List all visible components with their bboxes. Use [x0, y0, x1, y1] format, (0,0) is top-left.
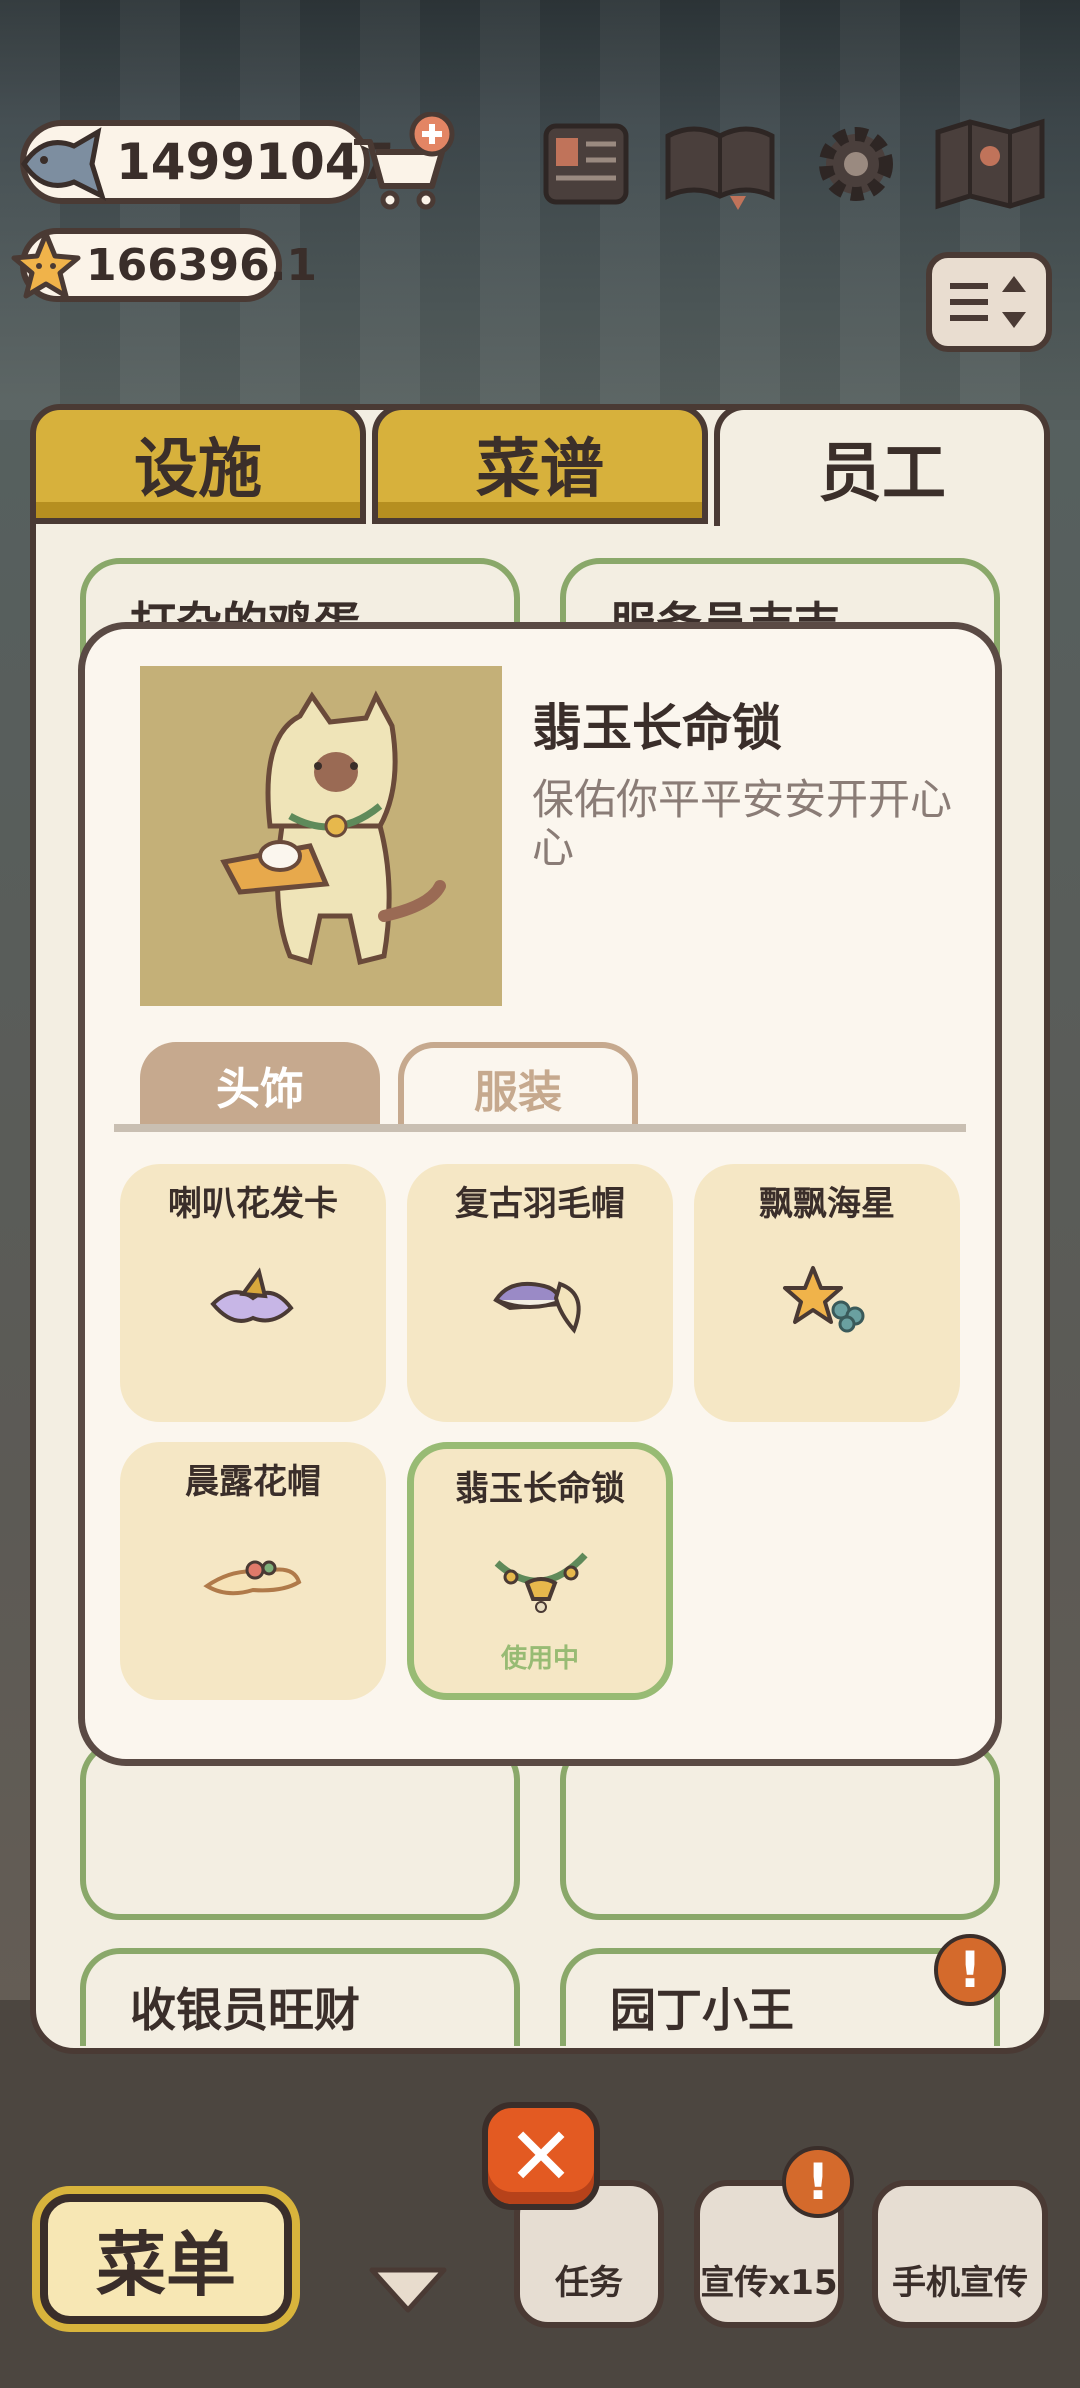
- chevron-down-icon[interactable]: [366, 2262, 450, 2318]
- employee-card-mid-right[interactable]: [560, 1740, 1000, 1920]
- starfish-icon: [783, 1266, 865, 1333]
- menu-label: 菜单: [96, 2223, 236, 2306]
- tab-headwear[interactable]: 头饰: [140, 1042, 380, 1128]
- tab-label: 设施: [134, 433, 262, 507]
- fish-icon: [20, 127, 107, 201]
- tab-label: 头饰: [216, 1064, 304, 1115]
- alert-badge[interactable]: !: [934, 1934, 1006, 2006]
- item-name: 复古羽毛帽: [455, 1184, 625, 1224]
- flower-clip-icon: [210, 1267, 294, 1323]
- shop-cart-icon[interactable]: [348, 112, 460, 212]
- map-icon[interactable]: [930, 116, 1050, 212]
- in-use-label: 使用中: [500, 1644, 579, 1674]
- item-card-selected[interactable]: 翡玉长命锁 使用中: [407, 1442, 673, 1700]
- employee-card-bottom-left[interactable]: 收银员旺财: [80, 1948, 520, 2046]
- tab-label: 菜谱: [476, 433, 604, 507]
- tab-facilities[interactable]: 设施: [30, 404, 366, 524]
- sort-icon: [950, 276, 1026, 328]
- gear-icon[interactable]: [806, 116, 906, 212]
- jade-lock-icon: [494, 1552, 588, 1613]
- close-button[interactable]: ✕: [482, 2102, 600, 2210]
- item-title: 翡玉长命锁: [532, 699, 782, 757]
- item-card[interactable]: 飘飘海星: [694, 1164, 960, 1422]
- item-name: 喇叭花发卡: [168, 1184, 338, 1224]
- promo-label: 宣传x15: [700, 2263, 838, 2303]
- cat-avatar-icon: [220, 690, 446, 966]
- tab-clothing[interactable]: 服装: [398, 1042, 638, 1128]
- item-name: 翡玉长命锁: [455, 1469, 625, 1509]
- recipe-book-icon[interactable]: [660, 116, 780, 212]
- item-card[interactable]: 复古羽毛帽: [407, 1164, 673, 1422]
- item-name: 飘飘海星: [759, 1184, 895, 1224]
- item-card[interactable]: 喇叭花发卡: [120, 1164, 386, 1422]
- tab-label: 服装: [474, 1067, 562, 1118]
- employee-name: 收银员旺财: [130, 1983, 360, 2037]
- menu-button[interactable]: 菜单: [40, 2194, 292, 2324]
- tab-staff[interactable]: 员工: [714, 404, 1050, 526]
- item-description: 保佑你平平安安开开心心: [532, 775, 953, 872]
- item-card[interactable]: 晨露花帽: [120, 1442, 386, 1700]
- alert-badge[interactable]: !: [782, 2146, 854, 2218]
- flower-hat-icon: [203, 1560, 302, 1596]
- cat-portrait: [140, 666, 502, 1006]
- tab-label: 员工: [818, 437, 946, 511]
- task-label: 任务: [555, 2263, 623, 2303]
- tab-divider: [114, 1124, 966, 1132]
- employee-card-mid-left[interactable]: [80, 1740, 520, 1920]
- item-name: 晨露花帽: [185, 1462, 321, 1502]
- tab-recipes[interactable]: 菜谱: [372, 404, 708, 524]
- star-amount: 166396.1: [86, 239, 318, 291]
- phone-promo-button[interactable]: 手机宣传: [872, 2180, 1048, 2328]
- sort-toggle-button[interactable]: [926, 252, 1052, 352]
- phone-promo-label: 手机宣传: [892, 2263, 1028, 2303]
- feather-hat-icon: [493, 1281, 581, 1334]
- notebook-icon[interactable]: [536, 116, 636, 212]
- employee-name: 园丁小王: [610, 1983, 794, 2037]
- star-icon: [11, 231, 81, 299]
